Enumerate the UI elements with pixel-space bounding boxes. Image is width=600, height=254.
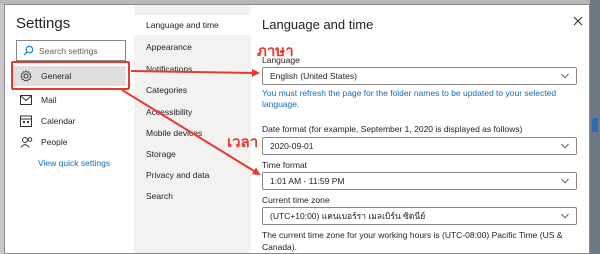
- annotation-time-thai: เวลา: [227, 134, 259, 151]
- chevron-down-icon: [561, 73, 569, 79]
- nav-item-general[interactable]: General: [13, 66, 126, 86]
- time-format-dropdown[interactable]: 1:01 AM - 11:59 PM: [262, 172, 577, 190]
- date-format-value: 2020-09-01: [270, 141, 314, 151]
- settings-dialog: Settings General: [4, 4, 590, 254]
- mail-icon: [19, 93, 33, 107]
- nav-label-general: General: [41, 71, 72, 81]
- time-zone-dropdown[interactable]: (UTC+10:00) แคนเบอร์รา เมลเบิร์น ซิดนีย์: [262, 207, 577, 225]
- time-format-value: 1:01 AM - 11:59 PM: [270, 176, 345, 186]
- search-settings-input[interactable]: [39, 45, 119, 56]
- close-icon: [573, 16, 583, 26]
- category-privacy-and-data[interactable]: Privacy and data: [134, 165, 251, 185]
- nav-item-people[interactable]: People: [13, 132, 126, 152]
- pane-title: Language and time: [262, 17, 374, 32]
- chevron-down-icon: [561, 178, 569, 184]
- settings-left-panel: Settings General: [5, 5, 134, 253]
- nav-label-calendar: Calendar: [41, 116, 76, 126]
- category-appearance[interactable]: Appearance: [134, 37, 251, 57]
- category-accessibility[interactable]: Accessibility: [134, 102, 251, 122]
- language-and-time-pane: Language and time Language English (Unit…: [251, 5, 589, 253]
- nav-label-mail: Mail: [41, 95, 57, 105]
- time-zone-value: (UTC+10:00) แคนเบอร์รา เมลเบิร์น ซิดนีย์: [270, 211, 426, 221]
- calendar-icon: [19, 114, 33, 128]
- settings-title: Settings: [16, 15, 71, 32]
- background-chip: [592, 118, 598, 132]
- nav-item-calendar[interactable]: Calendar: [13, 111, 126, 131]
- category-language-and-time[interactable]: Language and time: [134, 15, 251, 35]
- chevron-down-icon: [561, 213, 569, 219]
- date-format-label: Date format (for example, September 1, 2…: [262, 124, 523, 134]
- nav-item-mail[interactable]: Mail: [13, 90, 126, 110]
- category-notifications[interactable]: Notifications: [134, 59, 251, 79]
- close-button[interactable]: [572, 15, 584, 27]
- settings-category-panel: Language and time Appearance Notificatio…: [134, 5, 251, 253]
- people-icon: [19, 135, 33, 149]
- annotation-language-thai: ภาษา: [257, 43, 294, 60]
- time-format-label: Time format: [262, 160, 308, 170]
- date-format-dropdown[interactable]: 2020-09-01: [262, 137, 577, 155]
- category-search[interactable]: Search: [134, 186, 251, 206]
- time-zone-label: Current time zone: [262, 195, 330, 205]
- working-hours-note: The current time zone for your working h…: [262, 230, 563, 252]
- category-categories[interactable]: Categories: [134, 80, 251, 100]
- search-icon: [23, 45, 34, 56]
- background-edge-right: [590, 0, 600, 254]
- chevron-down-icon: [561, 143, 569, 149]
- refresh-notice: You must refresh the page for the folder…: [262, 88, 557, 109]
- language-dropdown[interactable]: English (United States): [262, 67, 577, 85]
- nav-label-people: People: [41, 137, 68, 147]
- search-settings-box[interactable]: [16, 40, 126, 61]
- gear-icon: [19, 69, 33, 83]
- view-quick-settings-link[interactable]: View quick settings: [38, 158, 110, 168]
- language-value: English (United States): [270, 71, 357, 81]
